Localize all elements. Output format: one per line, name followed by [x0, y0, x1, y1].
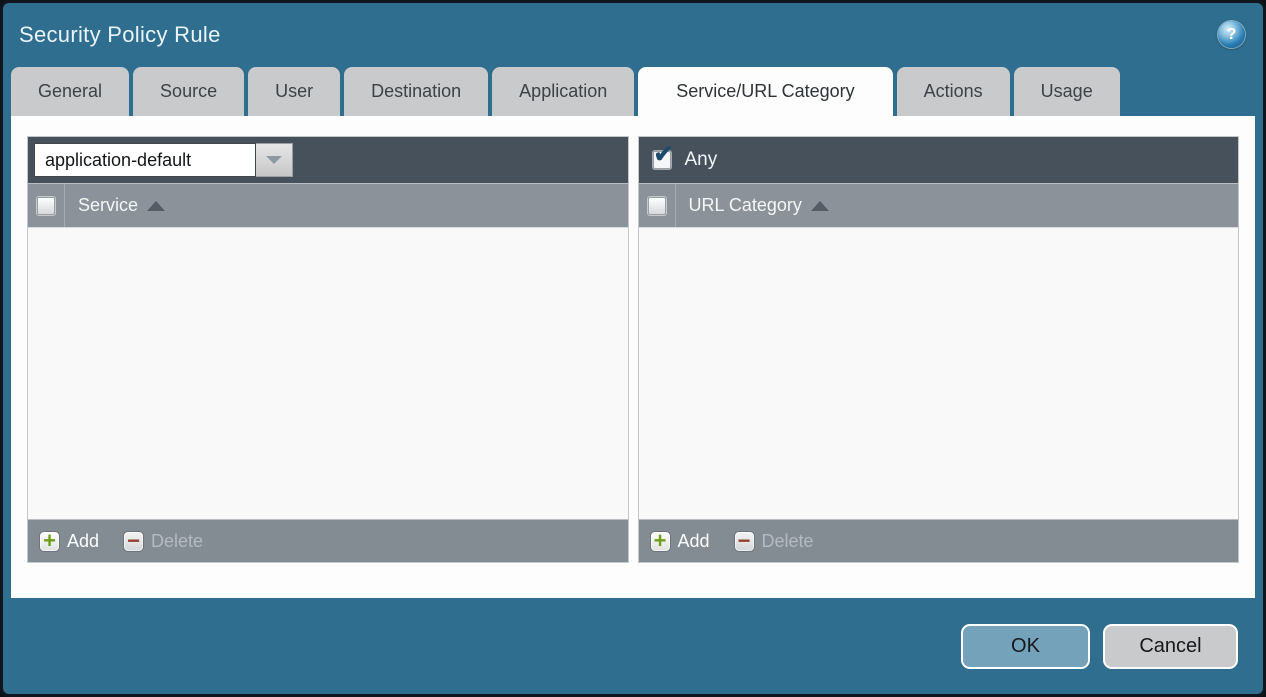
service-type-value[interactable]: application-default [34, 143, 256, 177]
service-toolbar: + Add − Delete [28, 519, 628, 562]
service-type-bar: application-default [28, 137, 628, 183]
url-category-delete-label: Delete [762, 531, 814, 552]
tab-user[interactable]: User [248, 67, 340, 116]
minus-icon: − [123, 531, 144, 552]
tab-source[interactable]: Source [133, 67, 244, 116]
service-column-header[interactable]: Service [78, 195, 138, 216]
service-panel: application-default Service [27, 136, 629, 563]
any-checkbox[interactable]: ✔ [653, 151, 671, 169]
url-category-add-button[interactable]: + Add [650, 531, 710, 552]
tab-actions[interactable]: Actions [897, 67, 1010, 116]
cancel-button[interactable]: Cancel [1103, 624, 1238, 669]
url-category-list[interactable] [639, 227, 1239, 519]
url-category-toolbar: + Add − Delete [639, 519, 1239, 562]
minus-icon: − [734, 531, 755, 552]
dialog-title: Security Policy Rule [19, 22, 221, 48]
plus-icon: + [39, 531, 60, 552]
tab-usage[interactable]: Usage [1014, 67, 1120, 116]
tab-general[interactable]: General [11, 67, 129, 116]
tab-service-url-category[interactable]: Service/URL Category [638, 67, 892, 116]
url-category-add-label: Add [678, 531, 710, 552]
tab-content: application-default Service [11, 116, 1255, 598]
service-select-all-cell [28, 184, 65, 227]
service-add-button[interactable]: + Add [39, 531, 99, 552]
security-policy-rule-dialog: Security Policy Rule ? General Source Us… [0, 0, 1266, 697]
service-delete-button[interactable]: − Delete [123, 531, 203, 552]
plus-icon: + [650, 531, 671, 552]
ok-button[interactable]: OK [961, 624, 1090, 669]
sort-asc-icon[interactable] [811, 201, 829, 211]
any-label[interactable]: Any [685, 149, 718, 171]
service-add-label: Add [67, 531, 99, 552]
url-category-select-all-cell [639, 184, 676, 227]
service-delete-label: Delete [151, 531, 203, 552]
service-type-dropdown-button[interactable] [256, 143, 293, 177]
url-category-delete-button[interactable]: − Delete [734, 531, 814, 552]
any-row: ✔ Any [645, 149, 718, 171]
url-category-select-all-checkbox[interactable] [648, 197, 666, 215]
service-column-header-row: Service [28, 183, 628, 227]
checkmark-icon: ✔ [654, 143, 674, 167]
sort-asc-icon[interactable] [147, 201, 165, 211]
titlebar: Security Policy Rule ? [3, 3, 1263, 66]
help-icon[interactable]: ? [1218, 21, 1245, 48]
url-category-panel: ✔ Any URL Category + Add [638, 136, 1240, 563]
url-category-any-bar: ✔ Any [639, 137, 1239, 183]
service-select-all-checkbox[interactable] [37, 197, 55, 215]
url-category-column-header[interactable]: URL Category [689, 195, 802, 216]
panels: application-default Service [27, 136, 1239, 563]
chevron-down-icon [266, 156, 282, 164]
tab-application[interactable]: Application [492, 67, 634, 116]
service-type-dropdown[interactable]: application-default [34, 143, 293, 177]
service-list[interactable] [28, 227, 628, 519]
url-category-column-header-row: URL Category [639, 183, 1239, 227]
dialog-action-bar: OK Cancel [3, 598, 1263, 694]
tab-bar: General Source User Destination Applicat… [3, 66, 1263, 116]
tab-destination[interactable]: Destination [344, 67, 488, 116]
